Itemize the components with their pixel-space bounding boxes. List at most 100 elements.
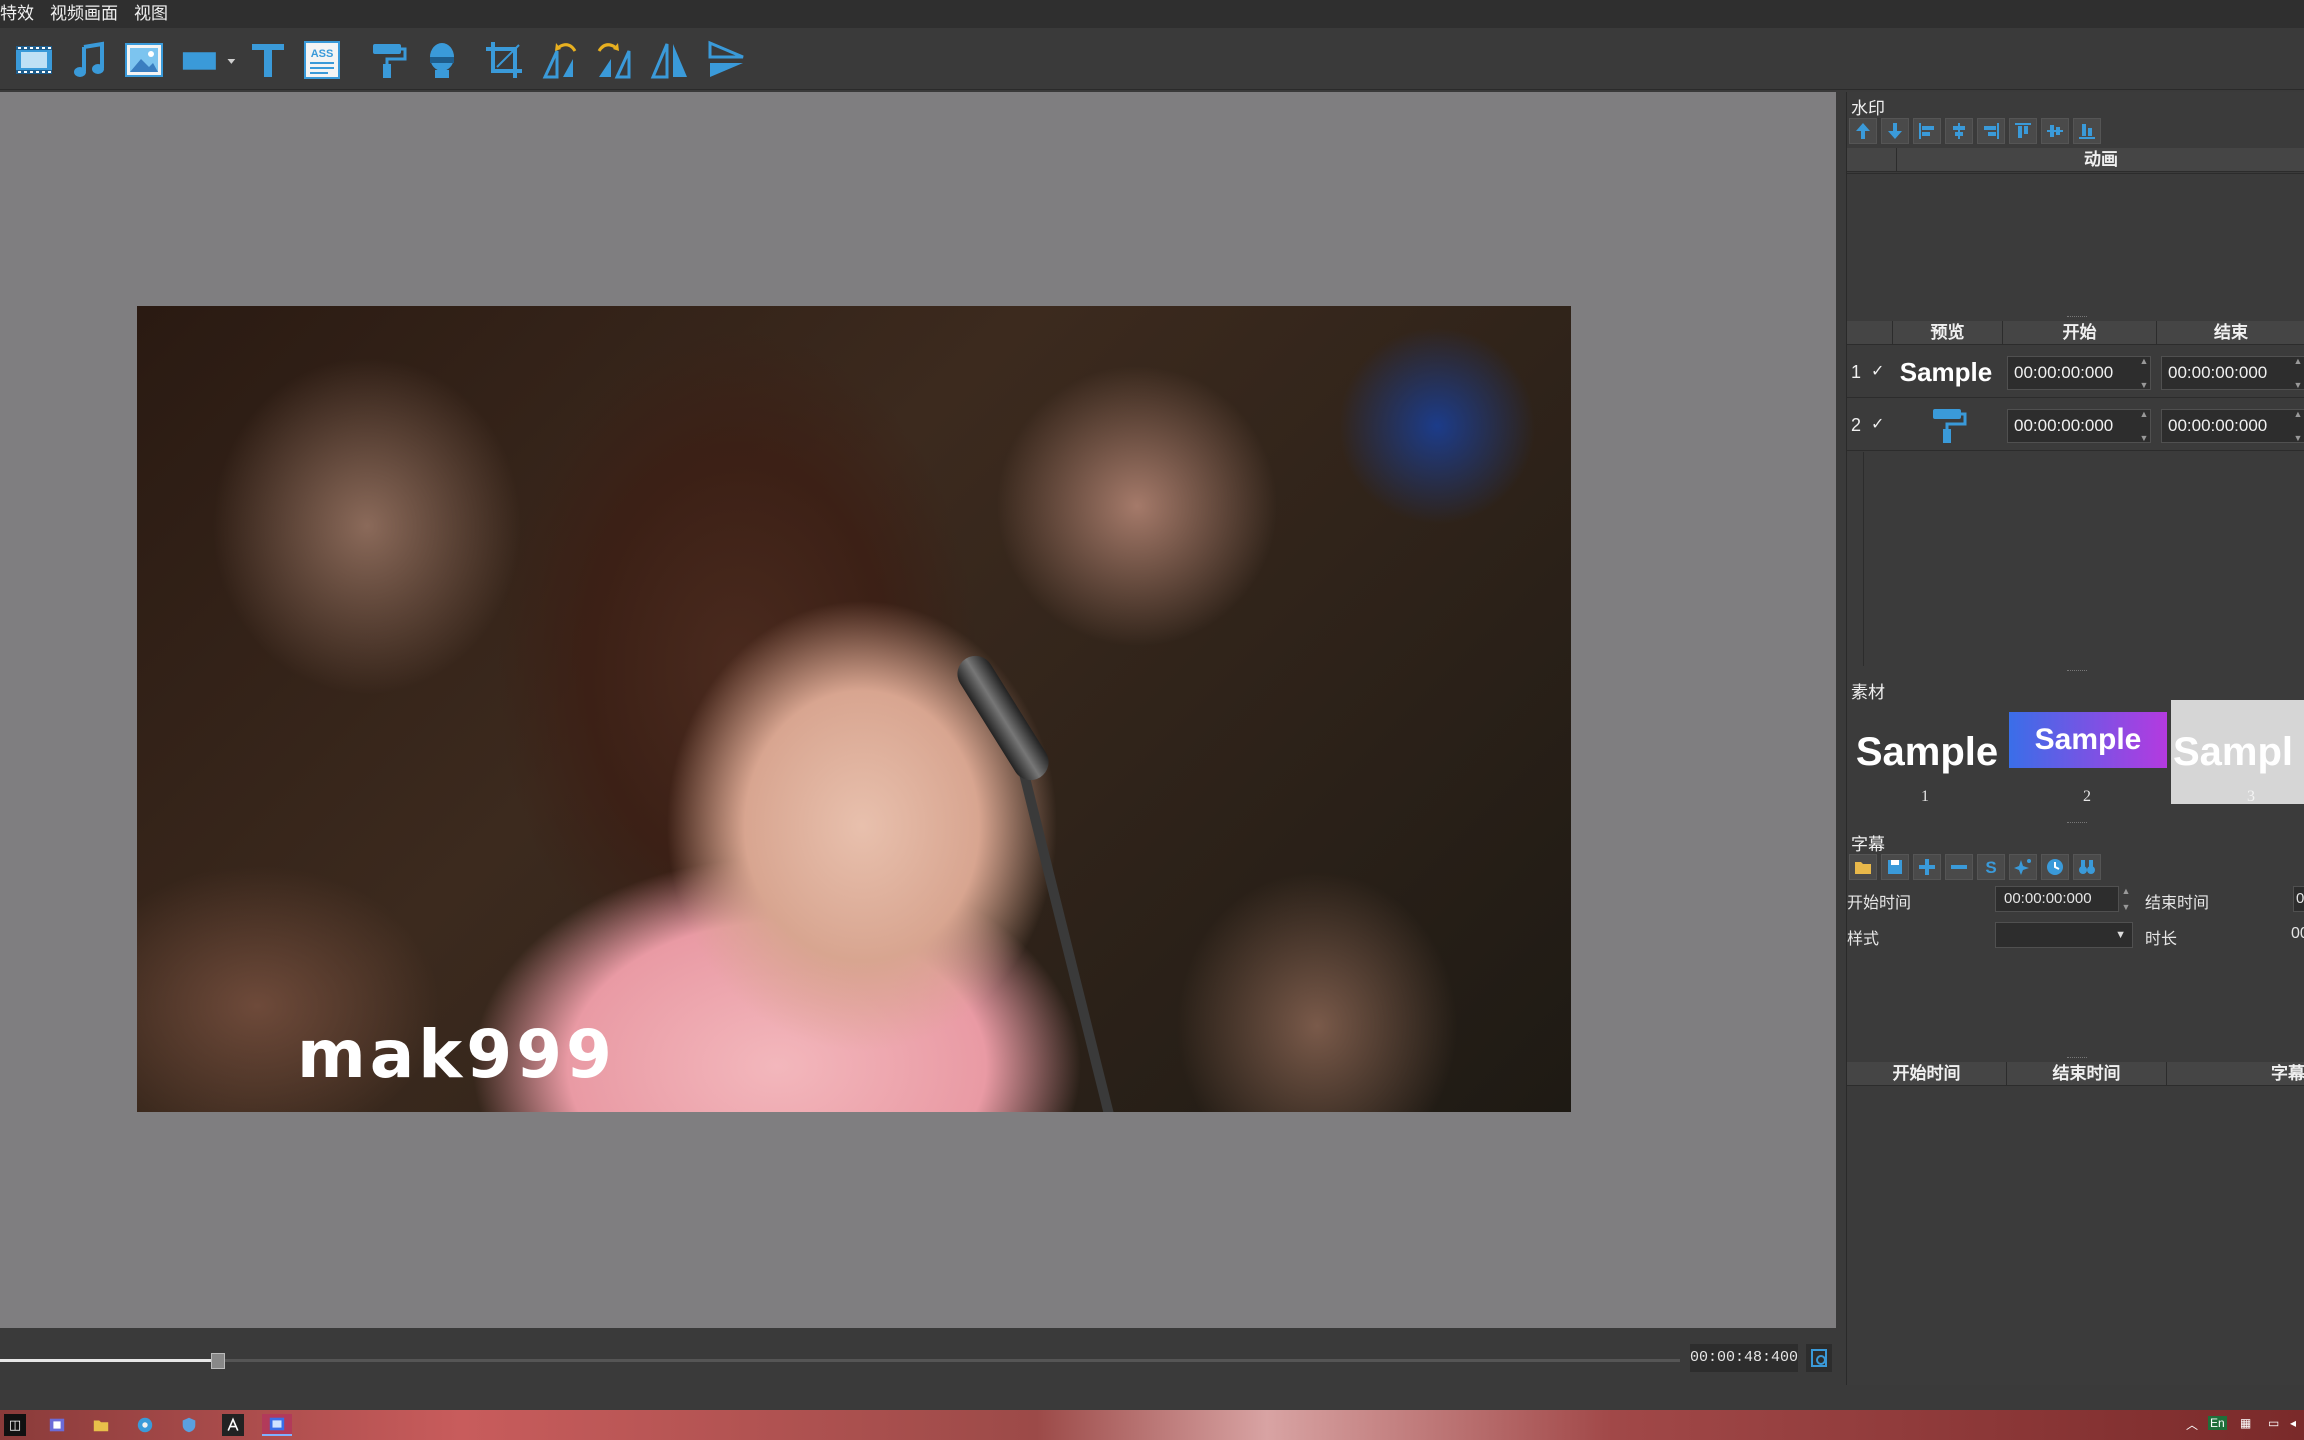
material-tile-3[interactable]: Sampl xyxy=(2171,700,2304,804)
preview-area[interactable]: mak999 xyxy=(0,92,1836,1328)
row-number: 2 xyxy=(1851,415,1862,435)
tray-network-icon[interactable]: ▦ xyxy=(2240,1416,2251,1430)
music-icon[interactable] xyxy=(68,38,112,82)
end-time-input[interactable]: 0 xyxy=(2293,886,2304,912)
col-end[interactable]: 结束 xyxy=(2157,321,2304,344)
minus-icon xyxy=(1951,865,1967,869)
start-time-spinner[interactable]: ▲ ▼ xyxy=(2119,886,2133,912)
browser-icon[interactable] xyxy=(134,1414,156,1436)
align-left-button[interactable] xyxy=(1913,118,1941,144)
folder-icon[interactable] xyxy=(90,1414,112,1436)
toolbar: ASS xyxy=(0,28,2304,90)
menu-video-frame[interactable]: 视频画面 xyxy=(42,0,126,28)
row-checkbox[interactable]: ✓ xyxy=(1871,346,1884,398)
col-preview[interactable]: 预览 xyxy=(1893,321,2003,344)
watermark-list-empty[interactable] xyxy=(1847,452,2304,666)
tray-chevron-up-icon[interactable]: ︿ xyxy=(2186,1416,2198,1433)
tray-language[interactable]: En xyxy=(2208,1416,2227,1430)
text-icon[interactable] xyxy=(246,38,290,82)
tray-display-icon[interactable]: ▭ xyxy=(2268,1416,2279,1430)
ass-subtitle-icon[interactable]: ASS xyxy=(300,38,344,82)
row-end-time[interactable]: 00:00:00:000 xyxy=(2161,356,2304,390)
animation-header-label: 动画 xyxy=(2084,150,2118,169)
align-bottom-button[interactable] xyxy=(2073,118,2101,144)
row-start-time[interactable]: 00:00:00:000 xyxy=(2007,356,2151,390)
timecode-button[interactable] xyxy=(1806,1344,1832,1372)
row-checkbox[interactable]: ✓ xyxy=(1871,399,1884,451)
seek-track[interactable] xyxy=(0,1353,1680,1369)
find-subtitle-button[interactable] xyxy=(2073,854,2101,880)
col-sub-text[interactable]: 字幕 xyxy=(2167,1062,2304,1085)
style-select[interactable]: ▼ xyxy=(1995,922,2133,948)
task-view-icon[interactable]: ◫ xyxy=(4,1414,26,1436)
col-sub-end[interactable]: 结束时间 xyxy=(2007,1062,2167,1085)
svg-text:S: S xyxy=(1985,858,1996,877)
ime-icon[interactable] xyxy=(46,1414,68,1436)
chevron-down-icon: ▼ xyxy=(2115,929,2126,941)
add-subtitle-button[interactable] xyxy=(1913,854,1941,880)
menu-effects[interactable]: 特效 xyxy=(0,0,42,28)
paint-roller-icon[interactable] xyxy=(364,38,408,82)
style-subtitle-button[interactable]: S xyxy=(1977,854,2005,880)
menu-view[interactable]: 视图 xyxy=(126,0,176,28)
watermark-text[interactable]: mak999 xyxy=(297,1016,616,1093)
crop-icon[interactable] xyxy=(482,38,526,82)
subtitle-text-area[interactable] xyxy=(1847,952,2304,1048)
row-end-time[interactable]: 00:00:00:000 xyxy=(2161,409,2304,443)
align-top-button[interactable] xyxy=(2009,118,2037,144)
video-frame[interactable]: mak999 xyxy=(137,306,1571,1112)
col-start[interactable]: 开始 xyxy=(2003,321,2157,344)
taskbar: ◫ ︿ En ▦ ▭ ◂ xyxy=(0,1410,2304,1440)
animation-list[interactable] xyxy=(1847,173,2304,313)
mask-icon[interactable] xyxy=(420,38,464,82)
material-gallery: Sample 1 Sample 2 Sampl 3 xyxy=(1847,700,2304,805)
effect-subtitle-button[interactable] xyxy=(2009,854,2037,880)
end-spinner[interactable]: ▲ ▼ xyxy=(2291,409,2304,443)
app-a-icon[interactable] xyxy=(222,1414,244,1436)
move-down-button[interactable] xyxy=(1881,118,1909,144)
film-icon[interactable] xyxy=(12,38,56,82)
subtitle-list[interactable] xyxy=(1847,1087,2304,1377)
row-start-time[interactable]: 00:00:00:000 xyxy=(2007,409,2151,443)
col-sub-start[interactable]: 开始时间 xyxy=(1847,1062,2007,1085)
splitter-1[interactable] xyxy=(1847,314,2304,320)
flip-horizontal-icon[interactable] xyxy=(648,38,692,82)
splitter-2[interactable] xyxy=(1847,668,2304,674)
rotate-right-icon[interactable] xyxy=(592,38,636,82)
save-icon xyxy=(1888,860,1902,874)
rotate-left-icon[interactable] xyxy=(538,38,582,82)
arrow-down-icon xyxy=(1888,123,1902,139)
start-time-input[interactable]: 00:00:00:000 xyxy=(1995,886,2119,912)
style-label: 样式 xyxy=(1847,931,1880,948)
start-spinner[interactable]: ▲ ▼ xyxy=(2137,409,2151,443)
rectangle-icon[interactable] xyxy=(178,38,244,82)
end-spinner[interactable]: ▲ ▼ xyxy=(2291,356,2304,390)
binoculars-icon xyxy=(2079,860,2095,874)
shield-icon[interactable] xyxy=(178,1414,200,1436)
move-up-button[interactable] xyxy=(1849,118,1877,144)
tile-number: 1 xyxy=(1921,788,1929,805)
align-top-icon xyxy=(2015,123,2031,138)
remove-subtitle-button[interactable] xyxy=(1945,854,1973,880)
tray-volume-icon[interactable]: ◂ xyxy=(2290,1416,2296,1430)
material-tile-2[interactable]: Sample xyxy=(2009,712,2167,768)
align-center-h-button[interactable] xyxy=(1945,118,1973,144)
save-subtitle-button[interactable] xyxy=(1881,854,1909,880)
right-panel: 水印 动画 预览 开始 结束 1 ✓ Sample 00:00:00:000 ▲… xyxy=(1846,92,2304,1385)
timing-subtitle-button[interactable] xyxy=(2041,854,2069,880)
align-middle-button[interactable] xyxy=(2041,118,2069,144)
align-right-button[interactable] xyxy=(1977,118,2005,144)
watermark-row-1[interactable]: 1 ✓ Sample 00:00:00:000 ▲ ▼ 00:00:00:000 … xyxy=(1847,346,2304,398)
flip-vertical-icon[interactable] xyxy=(704,38,748,82)
duration-label: 时长 xyxy=(2145,931,2178,948)
video-editor-taskbar-icon[interactable] xyxy=(262,1414,292,1436)
watermark-row-2[interactable]: 2 ✓ 00:00:00:000 ▲ ▼ 00:00:00:000 ▲ ▼ xyxy=(1847,399,2304,451)
splitter-4[interactable] xyxy=(1847,1055,2304,1061)
seek-handle[interactable] xyxy=(211,1353,226,1369)
timecode-display: 00:00:48:400 xyxy=(1690,1344,1798,1372)
image-icon[interactable] xyxy=(122,38,166,82)
splitter-3[interactable] xyxy=(1847,820,2304,826)
subtitle-toolbar: S xyxy=(1849,854,2101,880)
open-subtitle-button[interactable] xyxy=(1849,854,1877,880)
start-spinner[interactable]: ▲ ▼ xyxy=(2137,356,2151,390)
